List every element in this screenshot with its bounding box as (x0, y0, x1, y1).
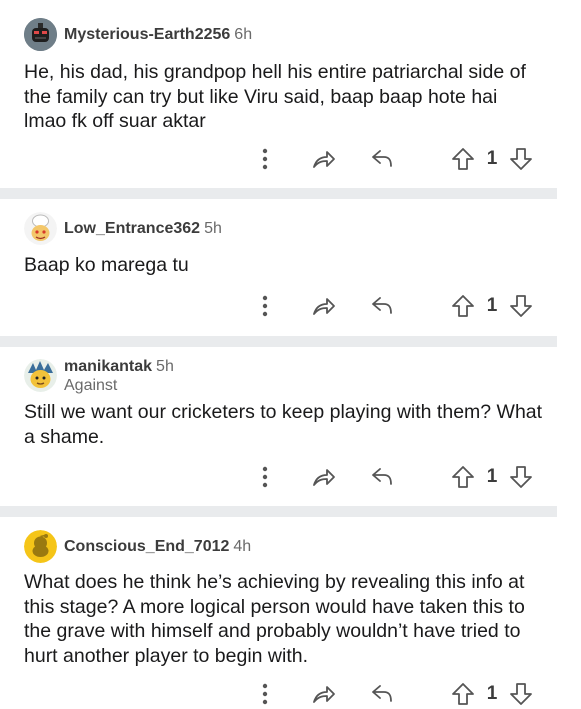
username[interactable]: Low_Entrance362 (64, 220, 200, 237)
comment-divider (0, 506, 557, 517)
share-icon[interactable] (310, 462, 338, 492)
comment-body: He, his dad, his grandpop hell his entir… (24, 61, 526, 132)
vote-count: 1 (486, 295, 498, 316)
comment-divider (0, 188, 557, 199)
downvote-icon[interactable] (508, 144, 534, 174)
timestamp: 5h (204, 220, 222, 237)
downvote-icon[interactable] (508, 291, 534, 321)
upvote-icon[interactable] (450, 291, 476, 321)
username[interactable]: Mysterious-Earth2256 (64, 26, 230, 43)
comment-actions: 1 (0, 291, 557, 321)
comment-header: manikantak 5h Against (24, 357, 174, 395)
more-options-icon[interactable] (255, 291, 275, 321)
share-icon[interactable] (310, 679, 338, 709)
more-options-icon[interactable] (255, 462, 275, 492)
yellow-haired-snoo-avatar-icon[interactable] (24, 359, 57, 392)
timestamp: 6h (234, 26, 253, 43)
vote-count: 1 (486, 683, 498, 704)
more-options-icon[interactable] (255, 144, 275, 174)
comment-actions: 1 (0, 679, 557, 709)
downvote-icon[interactable] (508, 462, 534, 492)
comment-divider (0, 336, 557, 347)
downvote-icon[interactable] (508, 679, 534, 709)
dark-robot-avatar-icon[interactable] (24, 18, 57, 51)
more-options-icon[interactable] (255, 679, 275, 709)
reply-icon[interactable] (368, 291, 396, 321)
username[interactable]: Conscious_End_7012 (64, 538, 229, 555)
comment-body: Still we want our cricketers to keep pla… (24, 401, 543, 448)
upvote-icon[interactable] (450, 679, 476, 709)
share-icon[interactable] (310, 144, 338, 174)
comment-header: Mysterious-Earth2256 6h (24, 18, 252, 51)
upvote-icon[interactable] (450, 144, 476, 174)
yellow-default-snoo-avatar-icon[interactable] (24, 530, 57, 563)
timestamp: 4h (233, 538, 252, 555)
vote-count: 1 (486, 148, 498, 169)
upvote-icon[interactable] (450, 462, 476, 492)
vote-count: 1 (486, 466, 498, 487)
user-flair: Against (64, 377, 118, 394)
comment-body: Baap ko marega tu (24, 254, 189, 276)
comment-actions: 1 (0, 144, 557, 174)
comment-header: Low_Entrance362 5h (24, 212, 222, 245)
chef-snoo-avatar-icon[interactable] (24, 212, 57, 245)
reply-icon[interactable] (368, 144, 396, 174)
timestamp: 5h (156, 358, 174, 375)
username[interactable]: manikantak (64, 358, 152, 375)
comment-actions: 1 (0, 462, 557, 492)
reply-icon[interactable] (368, 462, 396, 492)
comment-body: What does he think he’s achieving by rev… (24, 571, 525, 667)
reply-icon[interactable] (368, 679, 396, 709)
share-icon[interactable] (310, 291, 338, 321)
comment-header: Conscious_End_7012 4h (24, 530, 251, 563)
